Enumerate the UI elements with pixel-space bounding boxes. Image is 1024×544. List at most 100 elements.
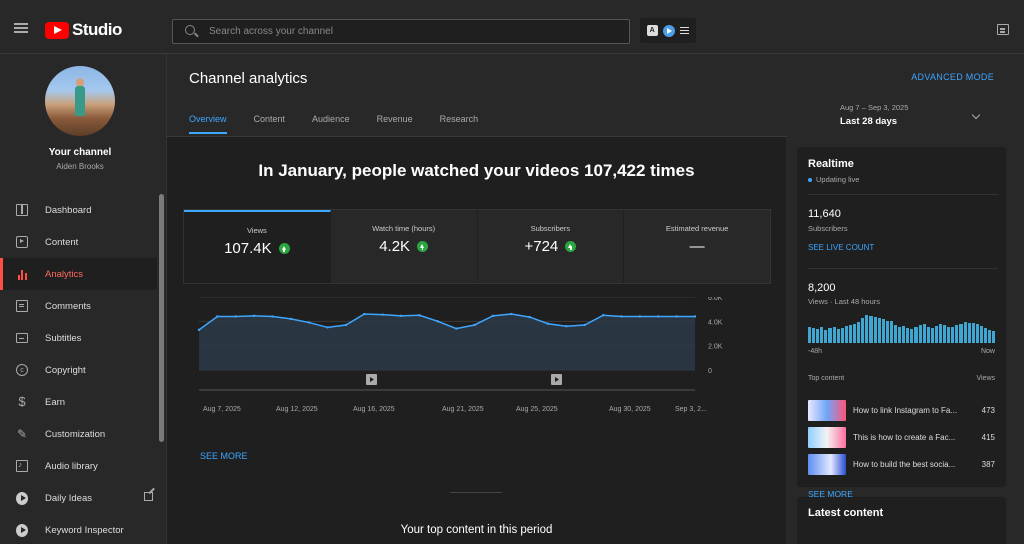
realtime-bar[interactable] (812, 328, 816, 343)
realtime-bar[interactable] (967, 322, 971, 343)
realtime-bar[interactable] (877, 317, 881, 343)
tab-research[interactable]: Research (440, 114, 479, 134)
data-point[interactable] (675, 315, 678, 318)
see-more-button[interactable]: SEE MORE (200, 451, 248, 461)
realtime-bar[interactable] (889, 321, 893, 343)
data-point[interactable] (234, 315, 237, 318)
realtime-bar[interactable] (828, 328, 832, 343)
realtime-bar[interactable] (984, 328, 988, 343)
metric-card-views[interactable]: Views 107.4K (184, 210, 331, 283)
data-point[interactable] (546, 322, 550, 325)
sidebar-item-earn[interactable]: $ Earn (0, 386, 157, 418)
data-point[interactable] (289, 317, 293, 321)
realtime-bar[interactable] (959, 323, 963, 343)
data-point[interactable] (197, 328, 201, 332)
sidebar-item-content[interactable]: Content (0, 226, 157, 258)
realtime-bar[interactable] (963, 322, 967, 343)
realtime-bar[interactable] (914, 326, 918, 343)
search-input[interactable] (209, 20, 609, 43)
realtime-bar[interactable] (840, 328, 844, 343)
realtime-bar[interactable] (844, 325, 848, 343)
sidebar-scrollbar[interactable] (159, 194, 164, 442)
data-point[interactable] (418, 314, 421, 317)
tubebuddy-icon[interactable] (662, 24, 675, 37)
menu-icon[interactable] (14, 23, 28, 33)
see-live-count-button[interactable]: SEE LIVE COUNT (808, 243, 874, 252)
tab-content[interactable]: Content (254, 114, 286, 134)
sidebar-item-daily-ideas[interactable]: Daily Ideas (0, 482, 157, 514)
realtime-bar[interactable] (861, 317, 865, 343)
feedback-icon[interactable] (997, 24, 1009, 35)
list-item[interactable]: This is how to create a Fac... 415 (808, 424, 995, 451)
realtime-bar[interactable] (910, 328, 914, 343)
realtime-bar[interactable] (922, 324, 926, 343)
search-icon[interactable] (185, 25, 195, 35)
list-item[interactable]: How to build the best socia... 387 (808, 451, 995, 478)
data-point[interactable] (693, 315, 697, 318)
realtime-bar[interactable] (979, 325, 984, 343)
sidebar-item-analytics[interactable]: Analytics (0, 258, 157, 290)
realtime-bar[interactable] (820, 327, 824, 343)
sidebar-item-copyright[interactable]: c Copyright (0, 354, 157, 386)
realtime-bar[interactable] (865, 314, 869, 343)
data-point[interactable] (308, 321, 311, 324)
realtime-bar[interactable] (934, 325, 938, 343)
realtime-bar[interactable] (885, 320, 889, 343)
realtime-bar[interactable] (955, 325, 959, 343)
realtime-bar[interactable] (943, 325, 947, 343)
realtime-bar[interactable] (857, 322, 861, 343)
data-point[interactable] (436, 320, 440, 323)
data-point[interactable] (271, 315, 274, 318)
realtime-bar[interactable] (869, 316, 873, 343)
realtime-bar[interactable] (836, 328, 840, 343)
data-point[interactable] (252, 314, 256, 318)
studio-logo[interactable]: Studio (45, 20, 122, 40)
sidebar-item-comments[interactable]: Comments (0, 290, 157, 322)
realtime-bar[interactable] (992, 331, 996, 343)
data-point[interactable] (657, 315, 660, 318)
realtime-bar[interactable] (816, 328, 820, 343)
data-point[interactable] (399, 314, 403, 318)
realtime-bar[interactable] (988, 329, 992, 343)
realtime-bar[interactable] (906, 328, 910, 343)
sidebar-item-customization[interactable]: ✎ Customization (0, 418, 157, 450)
realtime-bar[interactable] (853, 323, 857, 343)
advanced-mode-button[interactable]: ADVANCED MODE (911, 72, 994, 82)
data-point[interactable] (491, 314, 495, 318)
data-point[interactable] (601, 314, 605, 317)
extension-menu-icon[interactable] (680, 27, 690, 34)
search-box[interactable] (172, 19, 630, 44)
data-point[interactable] (381, 313, 384, 316)
realtime-bar[interactable] (873, 316, 877, 343)
realtime-bar[interactable] (808, 326, 812, 343)
sidebar-item-audio-library[interactable]: Audio library (0, 450, 157, 482)
avatar[interactable] (45, 66, 115, 136)
metric-card-revenue[interactable]: Estimated revenue — (624, 210, 770, 283)
realtime-bar[interactable] (926, 326, 930, 343)
data-point[interactable] (510, 312, 513, 316)
data-point[interactable] (363, 312, 366, 316)
date-range-selector[interactable]: Aug 7 – Sep 3, 2025 Last 28 days (840, 103, 908, 127)
tab-revenue[interactable]: Revenue (377, 114, 413, 134)
extension-a-icon[interactable]: A (646, 25, 658, 36)
list-item[interactable]: How to link Instagram to Fa... 473 (808, 397, 995, 424)
realtime-bar[interactable] (902, 325, 906, 343)
realtime-bar[interactable] (971, 323, 975, 343)
data-point[interactable] (528, 315, 531, 319)
sidebar-item-keyword-inspector[interactable]: Keyword Inspector (0, 514, 157, 544)
realtime-bar[interactable] (893, 325, 898, 343)
realtime-views-chart[interactable] (808, 313, 996, 343)
realtime-bar[interactable] (881, 319, 885, 343)
realtime-bar[interactable] (975, 324, 979, 343)
realtime-bar[interactable] (939, 324, 943, 343)
realtime-bar[interactable] (930, 328, 934, 343)
sidebar-item-subtitles[interactable]: Subtitles (0, 322, 157, 354)
data-point[interactable] (454, 327, 458, 330)
data-point[interactable] (638, 315, 642, 318)
data-point[interactable] (326, 326, 329, 329)
data-point[interactable] (344, 323, 348, 327)
chevron-down-icon[interactable] (971, 110, 981, 120)
sidebar-item-dashboard[interactable]: Dashboard (0, 194, 157, 226)
data-point[interactable] (583, 323, 586, 327)
tab-audience[interactable]: Audience (312, 114, 350, 134)
